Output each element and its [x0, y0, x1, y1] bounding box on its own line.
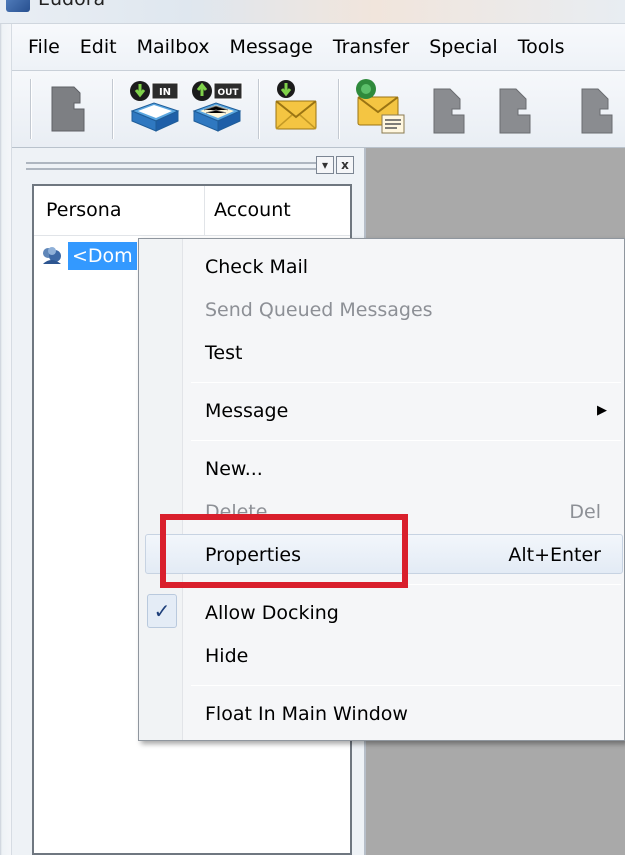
toolbar-separator	[258, 79, 260, 139]
menu-edit[interactable]: Edit	[69, 36, 126, 58]
svg-text:IN: IN	[159, 87, 171, 98]
checkmark-icon: ✓	[147, 594, 177, 628]
delete-shortcut: Del	[569, 501, 601, 523]
column-header-account[interactable]: Account	[214, 199, 291, 221]
persona-silhouette-icon[interactable]	[42, 77, 100, 139]
context-menu: Check Mail Send Queued Messages Test Mes…	[138, 238, 625, 741]
new-message-icon[interactable]	[352, 77, 410, 139]
properties-shortcut: Alt+Enter	[508, 544, 601, 566]
title-bar: Eudora	[0, 0, 625, 24]
menu-separator	[191, 685, 621, 686]
menu-special[interactable]: Special	[418, 36, 506, 58]
list-item[interactable]: <Dom	[40, 242, 137, 270]
menu-tools[interactable]: Tools	[507, 36, 574, 58]
inbox-in-icon[interactable]: IN	[126, 77, 184, 139]
menu-item-allow-docking[interactable]: Allow Docking	[205, 593, 615, 633]
toolbar: IN OUT	[12, 71, 625, 148]
menu-item-check-mail[interactable]: Check Mail	[205, 247, 615, 287]
menu-mailbox[interactable]: Mailbox	[126, 36, 219, 58]
list-header: Persona Account	[34, 186, 350, 236]
menu-separator	[191, 440, 621, 441]
menu-item-send-queued-messages[interactable]: Send Queued Messages	[205, 290, 615, 330]
app-icon	[6, 0, 30, 12]
menu-message[interactable]: Message	[219, 36, 322, 58]
menu-item-message-label: Message	[205, 400, 289, 422]
persona-name: <Dom	[68, 242, 137, 270]
forward-icon[interactable]	[568, 77, 625, 139]
svg-text:OUT: OUT	[217, 88, 239, 98]
toolbar-separator	[112, 79, 114, 139]
window-title: Eudora	[38, 0, 105, 10]
highlight-annotation-box	[160, 514, 408, 588]
menu-item-message[interactable]: Message ▶	[205, 391, 615, 431]
menu-transfer[interactable]: Transfer	[322, 36, 418, 58]
menu-bar: File Edit Mailbox Message Transfer Speci…	[0, 24, 625, 71]
submenu-arrow-icon: ▶	[597, 403, 607, 418]
toolbar-grip	[30, 79, 32, 139]
column-divider[interactable]	[204, 186, 205, 236]
outbox-out-icon[interactable]: OUT	[188, 77, 246, 139]
window-left-border	[0, 24, 12, 855]
menu-item-test[interactable]: Test	[205, 333, 615, 373]
toolbar-separator	[338, 79, 340, 139]
menu-item-float-in-main-window[interactable]: Float In Main Window	[205, 694, 615, 734]
panel-pin-button[interactable]: ▾	[316, 156, 334, 174]
check-mail-icon[interactable]	[270, 77, 328, 139]
menu-separator	[191, 382, 621, 383]
reply-icon[interactable]	[420, 77, 478, 139]
persona-icon	[43, 247, 61, 264]
menu-item-hide[interactable]: Hide	[205, 636, 615, 676]
menu-item-new[interactable]: New...	[205, 449, 615, 489]
column-header-persona[interactable]: Persona	[46, 199, 122, 221]
panel-close-button[interactable]: x	[336, 156, 354, 174]
menu-gutter	[139, 239, 183, 740]
reply-all-icon[interactable]	[486, 77, 544, 139]
panel-grip[interactable]	[26, 162, 316, 170]
